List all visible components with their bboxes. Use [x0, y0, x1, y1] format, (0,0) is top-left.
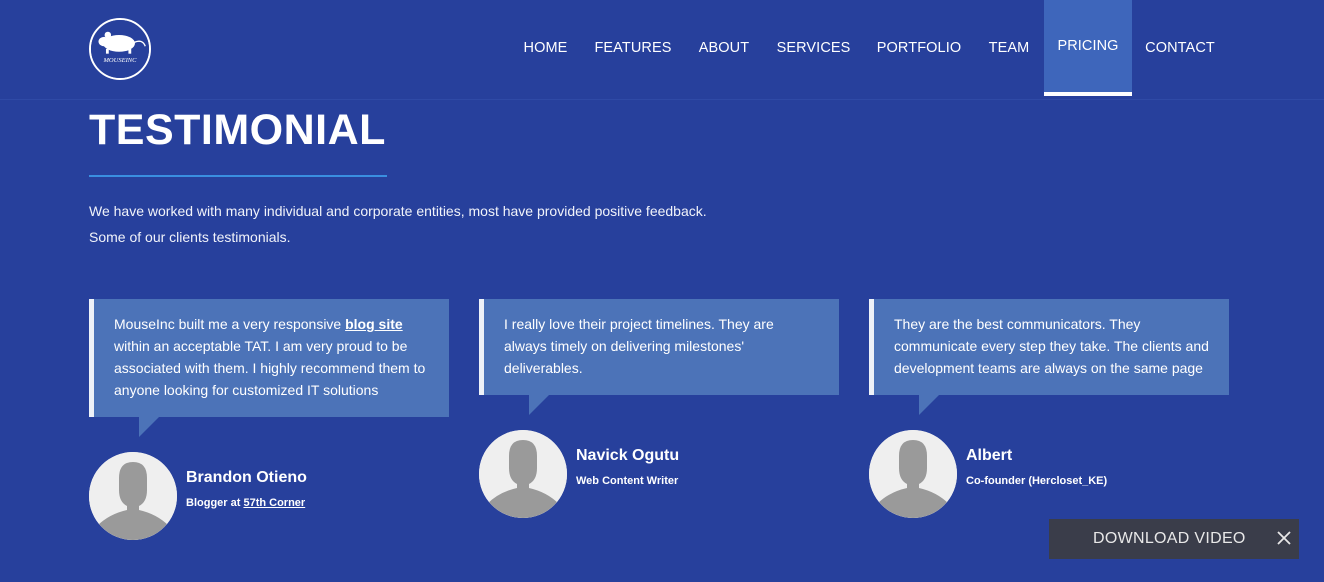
download-video-bar: DOWNLOAD VIDEO [1049, 519, 1299, 559]
section-intro: We have worked with many individual and … [89, 198, 707, 250]
download-video-button[interactable]: DOWNLOAD VIDEO [1093, 530, 1246, 548]
user-silhouette-icon [869, 430, 957, 518]
nav-portfolio[interactable]: PORTFOLIO [872, 0, 966, 96]
user-silhouette-icon [89, 452, 177, 540]
testimonial-card-1: MouseInc built me a very responsive blog… [89, 299, 449, 417]
speech-tail-3 [919, 395, 939, 415]
avatar-1 [89, 452, 177, 540]
nav-features[interactable]: FEATURES [590, 0, 676, 96]
testimonial-quote-2: I really love their project timelines. T… [504, 316, 774, 376]
testimonial-name-1: Brandon Otieno [186, 469, 307, 486]
57th-corner-link[interactable]: 57th Corner [243, 497, 305, 509]
testimonial-role-2: Web Content Writer [576, 475, 679, 487]
close-icon[interactable] [1276, 530, 1292, 546]
testimonial-card-3: They are the best communicators. They co… [869, 299, 1229, 395]
role-prefix-1: Blogger at [186, 497, 244, 509]
testimonial-role-1: Blogger at 57th Corner [186, 497, 305, 509]
nav-pricing[interactable]: PRICING [1044, 0, 1132, 96]
nav-home[interactable]: HOME [518, 0, 573, 96]
nav-contact[interactable]: CONTACT [1141, 0, 1219, 96]
site-header: MOUSEINC HOME FEATURES ABOUT SERVICES PO… [0, 0, 1324, 100]
testimonial-quote-1a: MouseInc built me a very responsive [114, 316, 346, 332]
nav-services[interactable]: SERVICES [772, 0, 855, 96]
user-silhouette-icon [479, 430, 567, 518]
testimonial-name-2: Navick Ogutu [576, 447, 680, 464]
testimonial-name-3: Albert [966, 447, 1013, 464]
testimonial-card-2: I really love their project timelines. T… [479, 299, 839, 395]
speech-tail-2 [529, 395, 549, 415]
nav-about[interactable]: ABOUT [693, 0, 755, 96]
testimonial-quote-1b: within an acceptable TAT. I am very prou… [114, 338, 426, 398]
section-title: TESTIMONIAL [89, 106, 386, 154]
avatar-2 [479, 430, 567, 518]
nav-team[interactable]: TEAM [983, 0, 1035, 96]
blog-site-link[interactable]: blog site [345, 316, 403, 332]
testimonial-quote-3: They are the best communicators. They co… [894, 316, 1209, 376]
intro-line-2: Some of our clients testimonials. [89, 229, 291, 245]
avatar-3 [869, 430, 957, 518]
intro-line-1: We have worked with many individual and … [89, 203, 707, 219]
main-nav: HOME FEATURES ABOUT SERVICES PORTFOLIO T… [0, 0, 1324, 96]
testimonial-role-3: Co-founder (Hercloset_KE) [966, 475, 1108, 487]
speech-tail-1 [139, 417, 159, 437]
title-underline [89, 175, 387, 177]
